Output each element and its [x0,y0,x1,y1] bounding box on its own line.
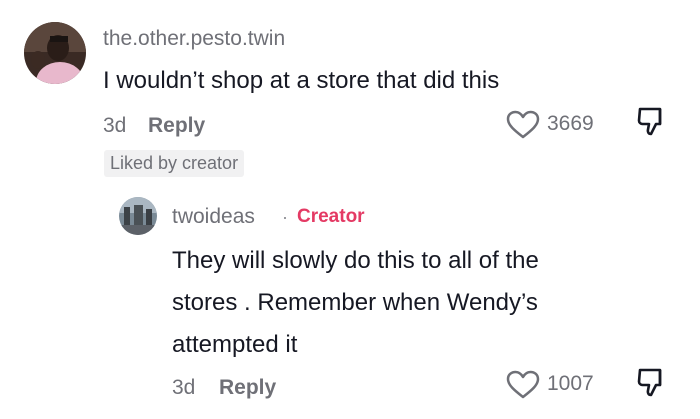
comment-text: I wouldn’t shop at a store that did this [103,67,500,94]
dislike-button[interactable] [636,367,670,399]
heart-icon [506,370,540,399]
like-count: 3669 [547,112,594,135]
heart-icon [506,110,540,139]
thumbs-down-icon [637,368,662,397]
reply-time: 3d [172,376,196,399]
reply-text-line: attempted it [172,331,298,358]
comment-time: 3d [103,114,127,137]
reply-text-line: stores . Remember when Wendy’s [172,289,538,316]
creator-label: Creator [297,206,365,227]
like-button[interactable] [506,370,540,400]
avatar[interactable] [24,22,86,84]
thumbs-down-icon [637,107,662,136]
separator-dot: · [282,207,288,227]
like-button[interactable] [506,110,540,140]
dislike-button[interactable] [636,106,670,138]
liked-by-creator-badge: Liked by creator [104,150,245,177]
like-count: 1007 [547,372,594,395]
reply-username[interactable]: twoideas [172,205,255,229]
reply-button[interactable]: Reply [148,114,205,138]
reply-button[interactable]: Reply [219,376,276,400]
comment-username[interactable]: the.other.pesto.twin [103,27,285,51]
avatar[interactable] [119,197,157,235]
reply-text-line: They will slowly do this to all of the [172,247,539,274]
